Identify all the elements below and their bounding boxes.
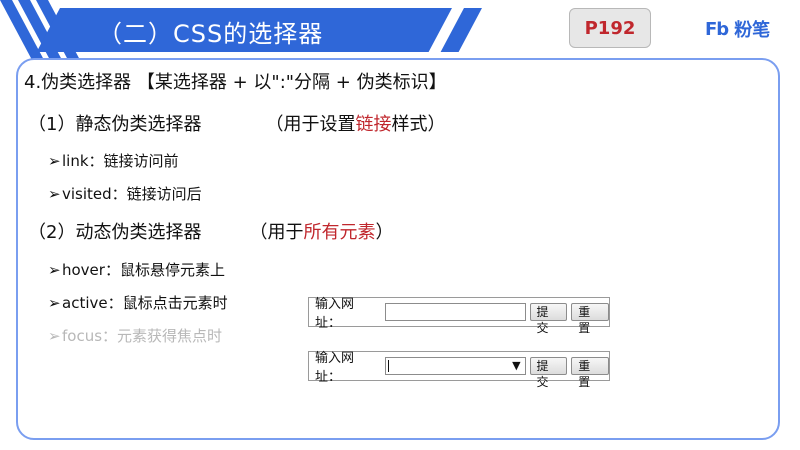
submit-button[interactable]: 提交 xyxy=(529,303,568,335)
url-label: 输入网址： xyxy=(315,297,355,331)
submit-button[interactable]: 提交 xyxy=(529,357,568,389)
page-number-badge: P192 xyxy=(569,8,651,48)
list-item-focus: ➢focus：元素获得焦点时 xyxy=(48,325,222,346)
static-note-highlight: 链接 xyxy=(355,114,392,135)
url-form-text: 输入网址： 提交 重置 xyxy=(308,297,610,335)
url-input[interactable] xyxy=(385,303,526,321)
brand-logo: Fb 粉笔 xyxy=(705,16,770,42)
dynamic-note-suffix: ） xyxy=(375,222,394,243)
brand-name: 粉笔 xyxy=(734,20,771,41)
dynamic-title: 动态伪类选择器 xyxy=(75,222,202,243)
arrow-bullet-icon: ➢ xyxy=(48,185,61,203)
slide-header: （二）CSS的选择器 P192 Fb 粉笔 xyxy=(0,0,800,60)
list-item-link: ➢link：链接访问前 xyxy=(48,150,179,171)
list-item-text: link：链接访问前 xyxy=(62,152,179,170)
list-item-visited: ➢visited：链接访问后 xyxy=(48,183,202,204)
reset-button[interactable]: 重置 xyxy=(571,357,609,389)
chevron-down-icon[interactable]: ▼ xyxy=(512,359,520,372)
section-heading: 4.伪类选择器 【某选择器 + 以":"分隔 + 伪类标识】 xyxy=(24,72,447,93)
dynamic-number: （2） xyxy=(28,222,76,243)
url-select[interactable]: ▼ xyxy=(385,357,526,375)
static-number: （1） xyxy=(28,114,76,135)
list-item-text: focus：元素获得焦点时 xyxy=(62,327,223,345)
static-note-suffix: 样式） xyxy=(391,114,446,135)
reset-button[interactable]: 重置 xyxy=(571,303,609,335)
arrow-bullet-icon: ➢ xyxy=(48,152,61,170)
dynamic-note: （用于所有元素） xyxy=(249,222,393,243)
arrow-bullet-icon: ➢ xyxy=(48,327,61,345)
dynamic-note-prefix: （用于 xyxy=(249,222,304,243)
static-pseudo-class-title: （1）静态伪类选择器 （用于设置链接样式） xyxy=(28,110,445,136)
dynamic-note-highlight: 所有元素 xyxy=(303,222,376,243)
static-note: （用于设置链接样式） xyxy=(265,114,445,135)
url-form-select: 输入网址： ▼ 提交 重置 xyxy=(308,351,610,389)
list-item-text: hover：鼠标悬停元素上 xyxy=(62,261,225,279)
page-number: P192 xyxy=(584,17,636,39)
list-item-text: visited：链接访问后 xyxy=(62,185,202,203)
slide-title: （二）CSS的选择器 xyxy=(98,20,324,48)
arrow-bullet-icon: ➢ xyxy=(48,294,61,312)
list-item-active: ➢active：鼠标点击元素时 xyxy=(48,292,228,313)
dynamic-pseudo-class-title: （2）动态伪类选择器 （用于所有元素） xyxy=(28,218,393,244)
list-item-hover: ➢hover：鼠标悬停元素上 xyxy=(48,259,225,280)
arrow-bullet-icon: ➢ xyxy=(48,261,61,279)
static-title: 静态伪类选择器 xyxy=(75,114,202,135)
fb-logo-icon: Fb xyxy=(705,18,729,40)
list-item-text: active：鼠标点击元素时 xyxy=(62,294,228,312)
url-label: 输入网址： xyxy=(315,351,355,385)
static-note-prefix: （用于设置 xyxy=(265,114,356,135)
text-cursor xyxy=(388,360,390,372)
